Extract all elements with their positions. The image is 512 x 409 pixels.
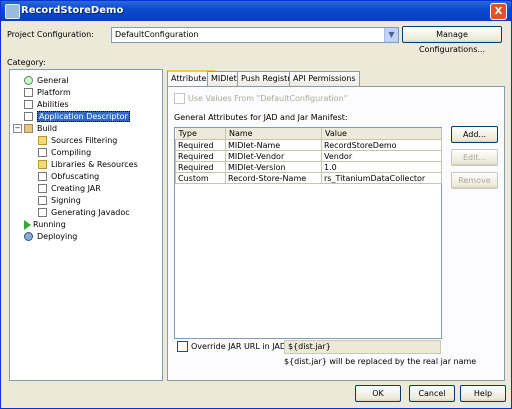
abilities-icon xyxy=(24,100,33,109)
project-config-value: DefaultConfiguration xyxy=(115,30,199,39)
column-header-value[interactable]: Value xyxy=(321,128,442,140)
category-tree[interactable]: General Platform Abilities Application D… xyxy=(9,69,163,381)
tree-item-general[interactable]: General xyxy=(24,75,69,86)
ok-button[interactable]: OK xyxy=(355,385,401,402)
window-title: RecordStoreDemo xyxy=(21,5,124,16)
jar-icon xyxy=(38,184,47,193)
tree-item-platform[interactable]: Platform xyxy=(24,87,71,98)
tree-item-libraries-resources[interactable]: Libraries & Resources xyxy=(38,159,138,170)
run-icon xyxy=(24,219,31,230)
tree-item-application-descriptor[interactable]: Application Descriptor xyxy=(24,111,130,122)
table-cell[interactable]: 1.0 xyxy=(321,161,442,173)
table-cell[interactable]: Required xyxy=(175,161,226,173)
table-cell[interactable]: Required xyxy=(175,139,226,151)
close-button[interactable]: X xyxy=(490,3,507,20)
tree-item-build[interactable]: − Build xyxy=(13,123,57,134)
compile-icon xyxy=(38,148,47,157)
table-cell[interactable]: RecordStoreDemo xyxy=(321,139,442,151)
table-cell[interactable]: MIDlet-Name xyxy=(225,139,322,151)
project-config-label: Project Configuration: xyxy=(7,30,94,39)
dialog-window: RecordStoreDemo X Project Configuration:… xyxy=(0,0,512,409)
tree-item-running[interactable]: Running xyxy=(24,219,66,230)
table-cell[interactable]: Record-Store-Name xyxy=(225,172,322,184)
javadoc-icon xyxy=(38,208,47,217)
column-header-name[interactable]: Name xyxy=(225,128,322,140)
descriptor-icon xyxy=(24,112,33,121)
table-row[interactable]: Required MIDlet-Name RecordStoreDemo xyxy=(175,139,442,151)
add-button[interactable]: Add... xyxy=(451,126,498,143)
libraries-icon xyxy=(38,160,47,169)
table-row[interactable]: Required MIDlet-Version 1.0 xyxy=(175,161,442,173)
chevron-down-icon[interactable]: ▼ xyxy=(384,28,398,42)
attributes-panel: Use Values From "DefaultConfiguration" G… xyxy=(167,86,505,381)
build-icon xyxy=(24,124,33,133)
attributes-table[interactable]: Type Name Value Required MIDlet-Name Rec… xyxy=(174,127,442,339)
tree-item-abilities[interactable]: Abilities xyxy=(24,99,69,110)
cancel-button[interactable]: Cancel xyxy=(409,385,455,402)
signing-icon xyxy=(38,196,47,205)
category-label: Category: xyxy=(7,58,46,67)
title-bar: RecordStoreDemo X xyxy=(1,1,511,21)
manage-configurations-button[interactable]: Manage Configurations... xyxy=(402,26,502,54)
remove-button[interactable]: Remove xyxy=(451,172,498,189)
table-row[interactable]: Custom Record-Store-Name rs_TitaniumData… xyxy=(175,172,442,184)
tree-item-generating-javadoc[interactable]: Generating Javadoc xyxy=(38,207,130,218)
table-cell[interactable]: Required xyxy=(175,150,226,162)
use-values-row[interactable]: Use Values From "DefaultConfiguration" xyxy=(174,93,347,104)
table-cell[interactable]: MIDlet-Vendor xyxy=(225,150,322,162)
override-checkbox[interactable] xyxy=(177,341,188,352)
filter-icon xyxy=(38,136,47,145)
app-icon xyxy=(5,4,20,19)
override-row: Override JAR URL in JAD: ${dist.jar} xyxy=(174,340,441,354)
tree-item-signing[interactable]: Signing xyxy=(38,195,81,206)
general-icon xyxy=(24,76,33,85)
obfuscate-icon xyxy=(38,172,47,181)
collapse-icon[interactable]: − xyxy=(13,124,22,133)
column-header-type[interactable]: Type xyxy=(175,128,226,140)
help-button[interactable]: Help xyxy=(460,385,506,402)
use-values-checkbox[interactable] xyxy=(174,93,185,104)
override-note: ${dist.jar} will be replaced by the real… xyxy=(284,357,477,366)
tree-item-creating-jar[interactable]: Creating JAR xyxy=(38,183,101,194)
tab-api-permissions[interactable]: API Permissions xyxy=(289,71,360,86)
table-cell[interactable]: rs_TitaniumDataCollector xyxy=(321,172,442,184)
platform-icon xyxy=(24,88,33,97)
deploy-icon xyxy=(24,232,33,241)
tree-item-compiling[interactable]: Compiling xyxy=(38,147,91,158)
tree-item-sources-filtering[interactable]: Sources Filtering xyxy=(38,135,117,146)
table-cell[interactable]: Vendor xyxy=(321,150,442,162)
tree-item-deploying[interactable]: Deploying xyxy=(24,231,77,242)
edit-button[interactable]: Edit... xyxy=(451,149,498,166)
table-cell[interactable]: Custom xyxy=(175,172,226,184)
override-url-field[interactable]: ${dist.jar} xyxy=(284,340,441,354)
table-cell[interactable]: MIDlet-Version xyxy=(225,161,322,173)
tree-item-obfuscating[interactable]: Obfuscating xyxy=(38,171,99,182)
section-label: General Attributes for JAD and Jar Manif… xyxy=(174,113,348,122)
project-config-select[interactable]: DefaultConfiguration ▼ xyxy=(111,27,399,43)
override-checkbox-row[interactable]: Override JAR URL in JAD: xyxy=(177,341,289,352)
table-row[interactable]: Required MIDlet-Vendor Vendor xyxy=(175,150,442,162)
